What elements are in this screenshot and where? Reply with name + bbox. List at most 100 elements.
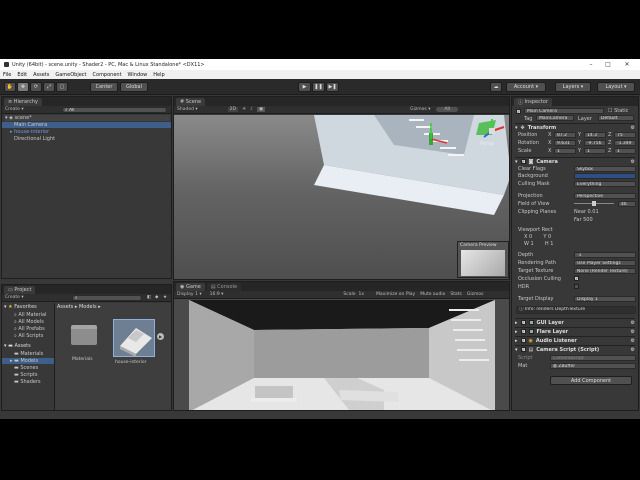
transform-header[interactable]: ▾ ✥ Transform ⚙: [515, 123, 635, 131]
asset-item-house-interior[interactable]: ▶ house-interior: [111, 319, 164, 365]
target-display-dropdown[interactable]: Display 1: [574, 296, 636, 302]
camera-enabled-checkbox[interactable]: ✓: [520, 159, 526, 164]
position-x[interactable]: 87.2: [554, 132, 576, 138]
light-icon[interactable]: ☀: [242, 107, 246, 112]
asset-folder-scenes[interactable]: ▬ Scenes: [14, 365, 38, 371]
scene-root[interactable]: ▾ ◈ scene*: [5, 115, 170, 121]
scale-z[interactable]: 1: [614, 148, 636, 154]
camera-script-header[interactable]: ▾ ✓ ▤ Camera Script (Script) ⚙: [515, 345, 635, 353]
hand-tool-button[interactable]: ✋: [4, 82, 16, 92]
project-create-dropdown[interactable]: Create: [5, 295, 20, 300]
favorite-star-icon[interactable]: ★: [163, 295, 167, 300]
filter-label-icon[interactable]: ◆: [155, 295, 158, 300]
menu-assets[interactable]: Assets: [30, 72, 52, 78]
tab-game[interactable]: ◉ Game: [176, 283, 205, 291]
2d-toggle[interactable]: 2D: [227, 107, 238, 112]
audio-listener-checkbox[interactable]: ✓: [520, 338, 526, 343]
effects-icon[interactable]: ▣: [256, 107, 266, 112]
static-toggle[interactable]: ☐ Static: [608, 108, 628, 114]
tab-inspector[interactable]: ⓘ Inspector: [514, 98, 552, 106]
asset-folder-shaders[interactable]: ▬ Shaders: [14, 379, 41, 385]
component-settings-icon[interactable]: ⚙: [631, 125, 635, 131]
hierarchy-item-directional-light[interactable]: Directional Light: [14, 136, 55, 142]
camera-script-checkbox[interactable]: ✓: [520, 347, 526, 352]
layer-dropdown[interactable]: Default: [598, 115, 634, 121]
favorite-all-scripts[interactable]: ⌕ All Scripts: [14, 333, 43, 339]
mute-audio-toggle[interactable]: Mute audio: [420, 292, 445, 297]
step-button[interactable]: ▶❚: [326, 82, 339, 92]
menu-gameobject[interactable]: GameObject: [52, 72, 89, 78]
global-local-button[interactable]: Global: [120, 82, 148, 92]
tab-hierarchy[interactable]: ≡ Hierarchy: [4, 98, 42, 106]
rendering-path-dropdown[interactable]: Use Player Settings: [574, 260, 636, 266]
gui-layer-header[interactable]: ▸ ✓ GUI Layer ⚙: [515, 318, 635, 326]
favorite-all-models[interactable]: ⌕ All Models: [14, 319, 44, 325]
background-color-swatch[interactable]: [574, 173, 636, 179]
pause-button[interactable]: ❚❚: [312, 82, 325, 92]
menu-window[interactable]: Window: [125, 72, 151, 78]
tab-scene[interactable]: # Scene: [176, 98, 206, 106]
breadcrumb-assets[interactable]: Assets: [57, 304, 73, 310]
minimize-icon[interactable]: –: [584, 59, 598, 70]
asset-folder-models[interactable]: ▸ ▬ Models: [2, 358, 54, 364]
tab-console[interactable]: ▤ Console: [206, 283, 242, 291]
scale-tool-button[interactable]: ⤢: [43, 82, 55, 92]
position-y[interactable]: 14.3: [584, 132, 606, 138]
culling-mask-dropdown[interactable]: Everything: [574, 181, 636, 187]
pivot-center-button[interactable]: Center: [90, 82, 118, 92]
tab-project[interactable]: ▭ Project: [4, 286, 36, 294]
move-tool-button[interactable]: ✥: [17, 82, 29, 92]
flare-layer-checkbox[interactable]: ✓: [520, 329, 526, 334]
menu-help[interactable]: Help: [150, 72, 167, 78]
component-settings-icon[interactable]: ⚙: [631, 329, 635, 335]
field-of-view-input[interactable]: 46: [618, 201, 636, 207]
object-name-field[interactable]: Main Camera: [524, 108, 604, 114]
rect-tool-button[interactable]: ▢: [56, 82, 68, 92]
cloud-icon[interactable]: ☁: [490, 82, 502, 92]
close-icon[interactable]: ✕: [620, 59, 634, 70]
hierarchy-item-main-camera[interactable]: Main Camera: [2, 122, 171, 128]
occlusion-culling-checkbox[interactable]: ✓: [574, 276, 579, 281]
favorite-all-materials[interactable]: ⌕ All Material: [14, 312, 47, 318]
viewport-wh[interactable]: W 1 H 1: [524, 241, 553, 247]
account-dropdown[interactable]: Account ▾: [506, 82, 546, 92]
aspect-dropdown[interactable]: 16:9 ▾: [210, 292, 224, 297]
asset-folder-materials[interactable]: ▬ Materials: [14, 351, 43, 357]
gizmos-toggle[interactable]: Gizmos: [467, 292, 484, 297]
rotation-y[interactable]: -9.756: [584, 140, 606, 146]
gui-layer-checkbox[interactable]: ✓: [520, 320, 526, 325]
clear-flags-dropdown[interactable]: Skybox: [574, 166, 636, 172]
expand-asset-icon[interactable]: ▶: [157, 333, 164, 340]
maximize-icon[interactable]: □: [601, 59, 615, 70]
play-button[interactable]: ▶: [298, 82, 311, 92]
favorite-all-prefabs[interactable]: ⌕ All Prefabs: [14, 326, 45, 332]
component-settings-icon[interactable]: ⚙: [631, 159, 635, 165]
hierarchy-item-house-interior[interactable]: ▸ house-interior: [10, 129, 49, 135]
slider-thumb[interactable]: [592, 201, 596, 206]
component-settings-icon[interactable]: ⚙: [631, 320, 635, 326]
position-z[interactable]: 75: [614, 132, 636, 138]
layers-dropdown[interactable]: Layers ▾: [555, 82, 591, 92]
clipping-near[interactable]: Near 0.01: [574, 209, 599, 215]
viewport-xy[interactable]: X 0 Y 0: [524, 234, 551, 240]
rotate-tool-button[interactable]: ⟳: [30, 82, 42, 92]
rotation-x[interactable]: 9.631: [554, 140, 576, 146]
assets-header[interactable]: ▾ ▬ Assets: [4, 343, 31, 349]
tag-dropdown[interactable]: MainCamera: [536, 115, 574, 121]
scale-x[interactable]: 1: [554, 148, 576, 154]
hierarchy-search-input[interactable]: ⌕ All: [62, 107, 167, 113]
camera-component-header[interactable]: ▾ ✓ ◙ Camera ⚙: [515, 157, 635, 165]
favorites-header[interactable]: ▾ ★ Favorites: [4, 304, 37, 310]
asset-item-materials[interactable]: Materials: [69, 323, 99, 365]
component-settings-icon[interactable]: ⚙: [631, 338, 635, 344]
component-settings-icon[interactable]: ⚙: [631, 347, 635, 353]
display-dropdown[interactable]: Display 1: [177, 292, 198, 297]
asset-folder-scripts[interactable]: ▬ Scripts: [14, 372, 37, 378]
depth-input[interactable]: -1: [574, 252, 636, 258]
stats-toggle[interactable]: Stats: [450, 292, 462, 297]
audio-listener-header[interactable]: ▸ ✓ ◉ Audio Listener ⚙: [515, 336, 635, 344]
game-viewport[interactable]: [189, 300, 495, 410]
shading-mode-dropdown[interactable]: Shaded: [177, 107, 194, 112]
clipping-far[interactable]: Far 500: [574, 217, 593, 223]
menu-component[interactable]: Component: [90, 72, 125, 78]
